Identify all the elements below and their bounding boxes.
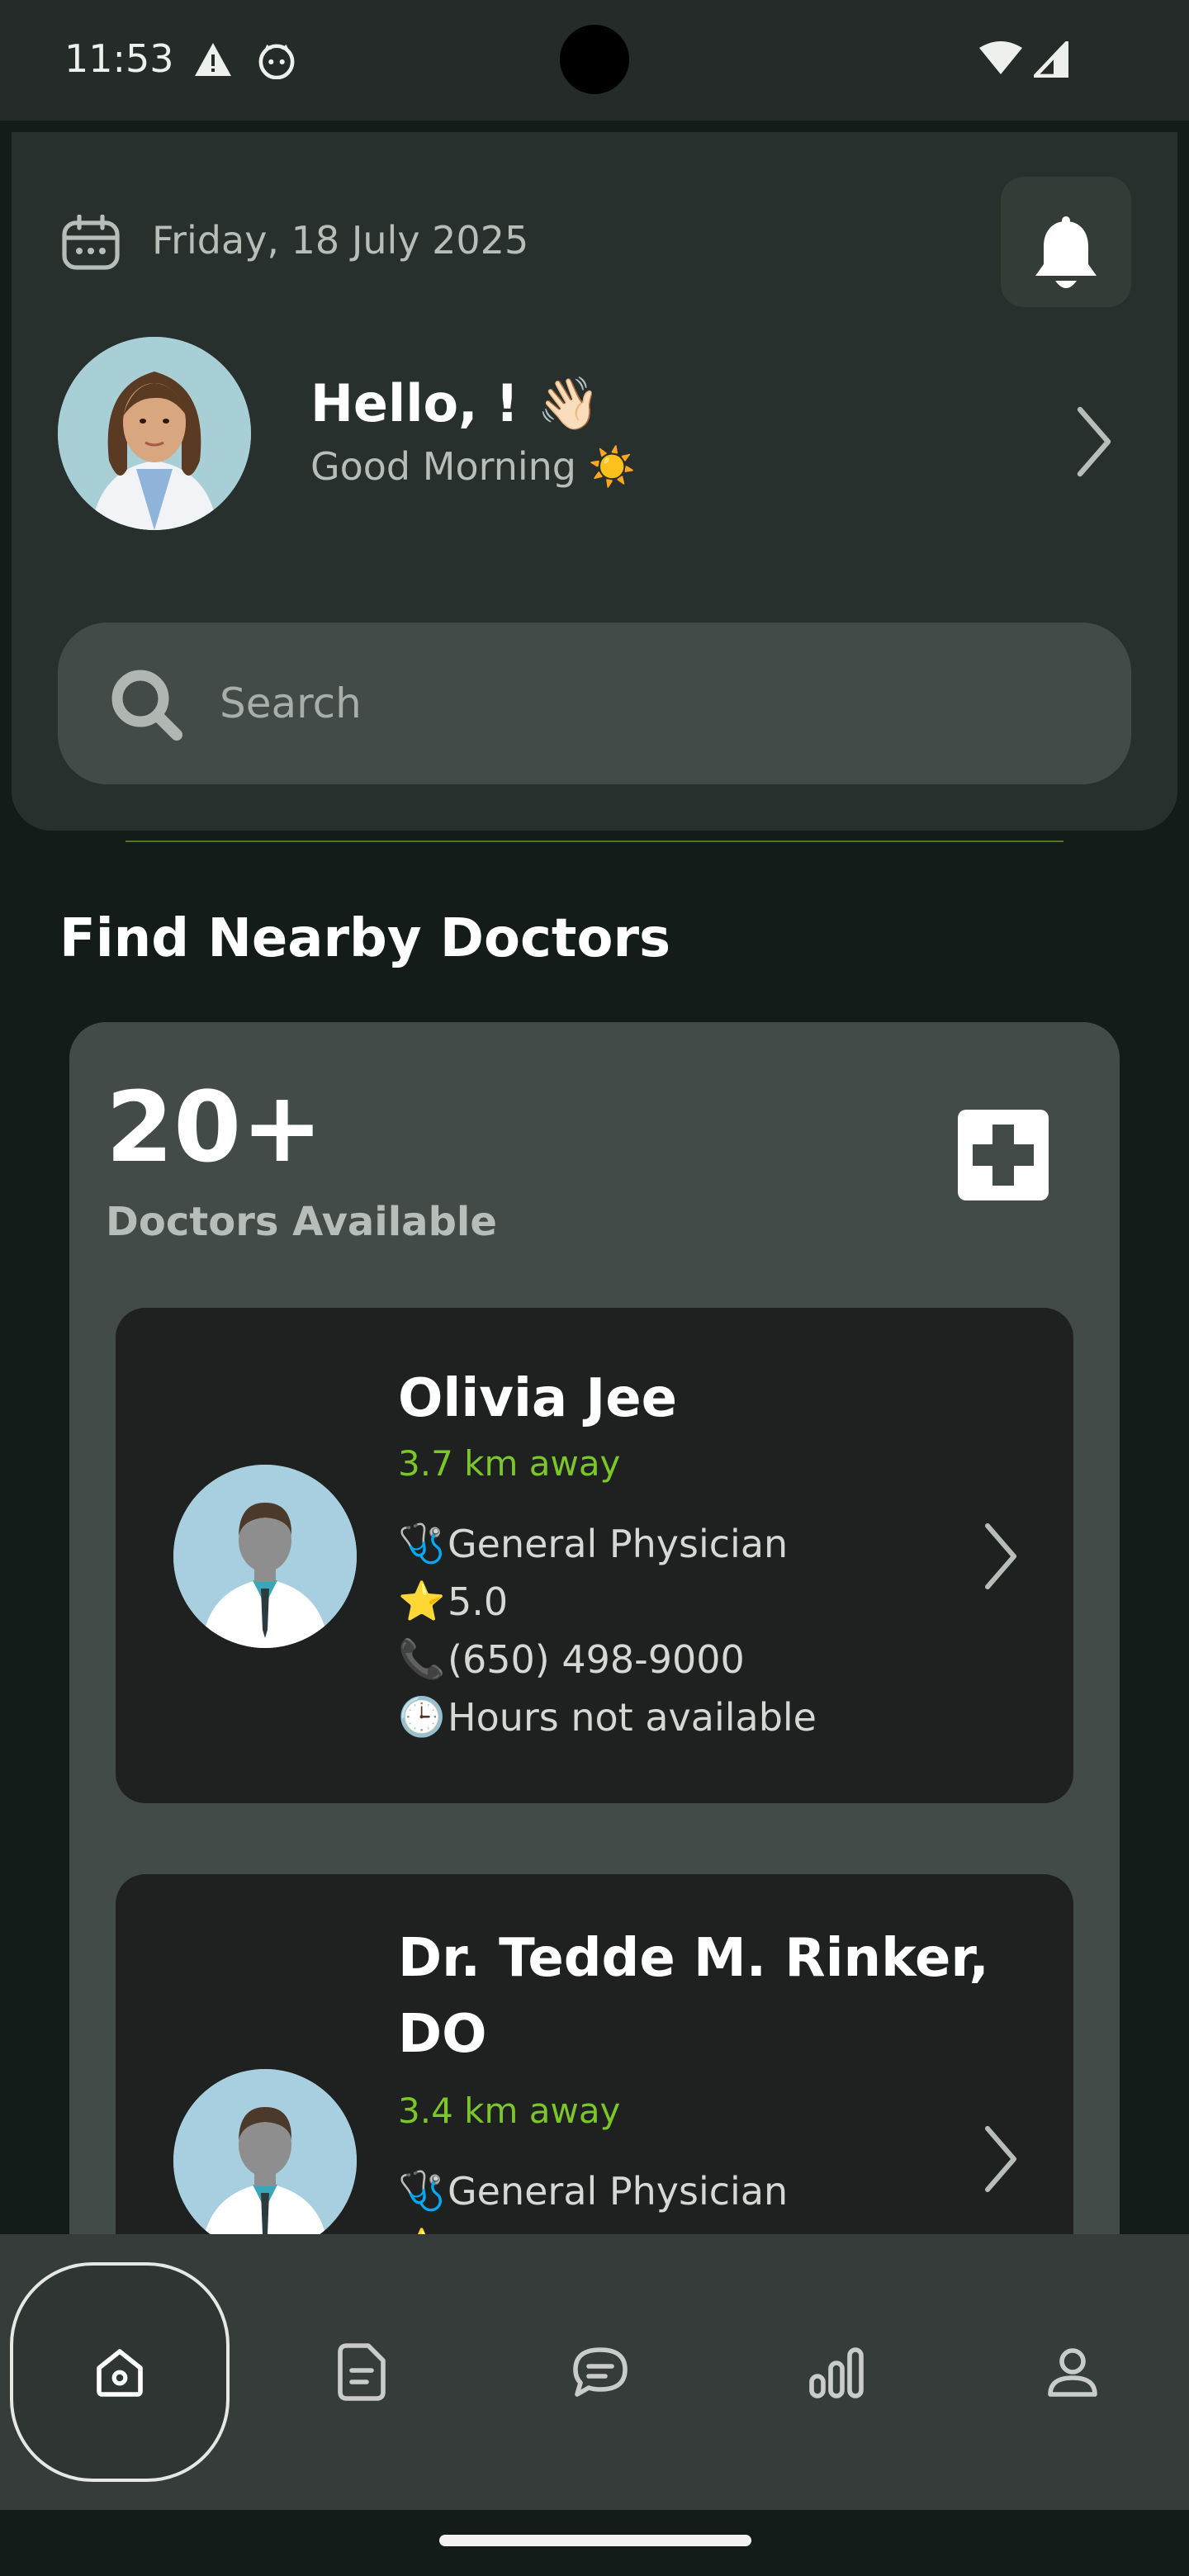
- doctor-name: Dr. Tedde M. Rinker, DO: [398, 1928, 989, 2065]
- doctor-phone-row: 📞 (650) 498-9000: [398, 1636, 745, 1682]
- doctor-distance: 3.7 km away: [398, 1443, 621, 1484]
- nav-stats[interactable]: [727, 2262, 946, 2482]
- current-date: Friday, 18 July 2025: [152, 218, 529, 263]
- doctor-name: Olivia Jee: [398, 1368, 678, 1429]
- section-title: Find Nearby Doctors: [59, 908, 671, 969]
- phone-icon: 📞: [398, 1636, 446, 1681]
- medical-plus-icon: [958, 1110, 1049, 1200]
- doctor-count: 20+: [106, 1070, 324, 1184]
- doctors-panel: 20+ Doctors Available Olivia Jee 3.7 km …: [69, 1022, 1120, 2261]
- doctor-card[interactable]: Dr. Tedde M. Rinker, DO 3.4 km away 🩺 Ge…: [116, 1874, 1073, 2261]
- camera-cutout: [560, 25, 629, 94]
- profile-icon: [1048, 2348, 1097, 2397]
- notifications-button[interactable]: [1001, 177, 1131, 307]
- chat-icon: [573, 2347, 628, 2397]
- doctor-card[interactable]: Olivia Jee 3.7 km away 🩺 General Physici…: [116, 1308, 1073, 1803]
- stethoscope-icon: 🩺: [398, 1521, 446, 1565]
- chevron-right-icon[interactable]: [1073, 405, 1115, 479]
- cat-face-icon: [258, 44, 295, 79]
- home-icon: [97, 2349, 143, 2397]
- doctor-placeholder-icon: [173, 1465, 357, 1648]
- clock-icon: 🕒: [398, 1694, 446, 1739]
- nav-home[interactable]: [10, 2262, 230, 2482]
- doctor-avatar: [173, 1465, 357, 1648]
- profile-row[interactable]: Hello, ! 👋🏻 Good Morning ☀️: [58, 337, 1131, 532]
- greeting-text: Hello, ! 👋🏻: [310, 373, 601, 433]
- bell-icon: [1035, 216, 1097, 288]
- home-indicator[interactable]: [439, 2535, 751, 2546]
- doctor-specialty: General Physician: [448, 1521, 789, 1566]
- search-input[interactable]: [220, 662, 1087, 745]
- chevron-right-icon[interactable]: [983, 2124, 1019, 2195]
- document-icon: [338, 2343, 386, 2401]
- nav-chat[interactable]: [490, 2262, 710, 2482]
- search-bar[interactable]: [58, 623, 1131, 784]
- doctor-avatar: [173, 2069, 357, 2252]
- search-icon: [111, 670, 182, 741]
- bottom-nav: [0, 2234, 1189, 2510]
- doctor-count-label: Doctors Available: [106, 1199, 497, 1245]
- doctor-distance: 3.4 km away: [398, 2091, 621, 2131]
- doctor-hours-row: 🕒 Hours not available: [398, 1694, 817, 1740]
- user-avatar[interactable]: [58, 337, 251, 530]
- status-time: 11:53: [64, 36, 174, 81]
- doctor-placeholder-icon: [173, 2069, 357, 2252]
- doctor-rating-row: ⭐ 5.0: [398, 1579, 508, 1624]
- stats-icon: [809, 2347, 864, 2398]
- stethoscope-icon: 🩺: [398, 2168, 446, 2213]
- nav-profile[interactable]: [963, 2262, 1182, 2482]
- doctor-phone[interactable]: (650) 498-9000: [448, 1637, 745, 1682]
- warning-icon: [195, 43, 231, 76]
- user-portrait: [58, 337, 251, 530]
- doctor-specialty: General Physician: [448, 2168, 789, 2214]
- wifi-icon: [979, 41, 1022, 74]
- doctor-hours: Hours not available: [448, 1694, 817, 1740]
- doctor-specialty-row: 🩺 General Physician: [398, 1521, 788, 1566]
- chevron-right-icon[interactable]: [983, 1521, 1019, 1592]
- doctor-specialty-row: 🩺 General Physician: [398, 2168, 788, 2214]
- doctor-rating: 5.0: [448, 1579, 509, 1624]
- signal-icon: [1034, 41, 1068, 78]
- nav-documents[interactable]: [253, 2262, 472, 2482]
- status-bar: 11:53: [0, 0, 1189, 121]
- header-card: Friday, 18 July 2025 Hello, ! 👋🏻 Good Mo…: [12, 132, 1177, 831]
- divider: [126, 841, 1063, 842]
- star-icon: ⭐: [398, 1579, 446, 1623]
- subgreeting-text: Good Morning ☀️: [310, 444, 636, 489]
- calendar-icon: [62, 215, 120, 270]
